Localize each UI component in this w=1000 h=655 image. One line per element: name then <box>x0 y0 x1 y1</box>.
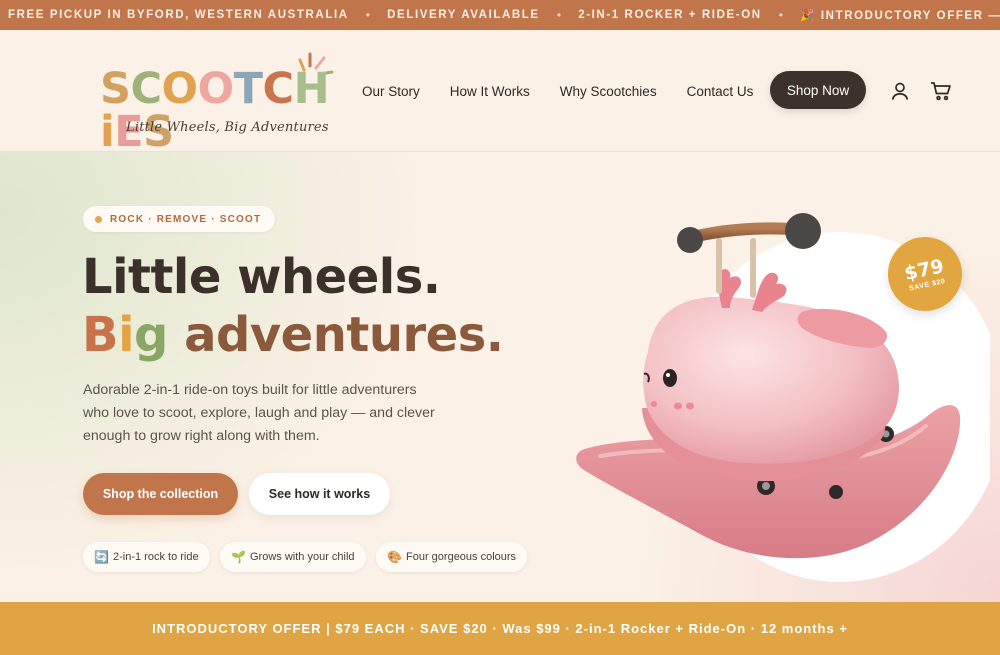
logo-letter: C <box>130 64 162 114</box>
shop-collection-button[interactable]: Shop the collection <box>83 473 238 515</box>
hero-title-line-1: Little wheels. <box>82 249 441 305</box>
main-nav: Our Story How It Works Why Scootchies Co… <box>362 30 783 152</box>
title-letter-i: i <box>118 307 135 363</box>
logo-letter: O <box>197 64 235 114</box>
ticker-separator: • <box>364 8 372 22</box>
brand-tagline: Little Wheels, Big Adventures <box>126 120 329 135</box>
chip-label: Grows with your child <box>250 551 355 563</box>
logo-letter: T <box>233 64 263 114</box>
seedling-icon: 🌱 <box>231 550 246 564</box>
nav-link-how-it-works[interactable]: How It Works <box>450 84 530 99</box>
nav-link-our-story[interactable]: Our Story <box>362 84 420 99</box>
hero-eyebrow-pill: ROCK · REMOVE · SCOOT <box>83 206 276 232</box>
ticker-item: DELIVERY AVAILABLE <box>387 9 540 21</box>
nav-link-contact-us[interactable]: Contact Us <box>687 84 754 99</box>
user-icon[interactable] <box>889 80 911 102</box>
hero-lead-text: Adorable 2-in-1 ride-on toys built for l… <box>83 382 435 444</box>
see-how-it-works-button[interactable]: See how it works <box>249 473 390 515</box>
ticker-item: FREE PICKUP IN BYFORD, WESTERN AUSTRALIA <box>8 9 349 21</box>
ticker-separator: • <box>555 8 563 22</box>
palette-icon: 🎨 <box>387 550 402 564</box>
ticker-separator: • <box>777 8 785 22</box>
feature-chip-colours: 🎨 Four gorgeous colours <box>376 542 528 572</box>
chip-label: Four gorgeous colours <box>406 551 517 563</box>
site-header: SCOOTCHiES Little Wheels, Big Adventures… <box>0 30 1000 154</box>
feature-chip-rock-to-ride: 🔄 2-in-1 rock to ride <box>83 542 210 572</box>
title-rest: adventures. <box>167 307 504 363</box>
feature-chip-grows: 🌱 Grows with your child <box>220 542 366 572</box>
rotate-icon: 🔄 <box>94 550 109 564</box>
hero-section: ROCK · REMOVE · SCOOT Little wheels. Big… <box>0 152 1000 602</box>
hero-eyebrow-text: ROCK · REMOVE · SCOOT <box>110 213 262 225</box>
ticker-item: 🎉 INTRODUCTORY OFFER — $95 EACH <box>800 10 1000 22</box>
title-letter-b: B <box>82 307 119 363</box>
logo-letter: O <box>161 64 199 114</box>
title-letter-g: g <box>134 307 168 363</box>
offer-banner-text: INTRODUCTORY OFFER | $79 EACH · SAVE $20… <box>152 621 848 636</box>
cart-icon[interactable] <box>929 80 953 102</box>
chip-label: 2-in-1 rock to ride <box>113 551 199 563</box>
hero-title-line-2: Big adventures. <box>82 306 504 364</box>
announcement-ticker: FREE PICKUP IN BYFORD, WESTERN AUSTRALIA… <box>0 0 1000 30</box>
nav-link-why-scootchies[interactable]: Why Scootchies <box>560 84 657 99</box>
logo-letter: H <box>293 64 330 114</box>
logo-letter: C <box>262 64 295 114</box>
brand-logo[interactable]: SCOOTCHiES Little Wheels, Big Adventures <box>100 44 340 154</box>
eyebrow-dot <box>95 215 102 223</box>
logo-letter: S <box>100 64 131 114</box>
logo-letter: i <box>100 107 115 157</box>
offer-banner: INTRODUCTORY OFFER | $79 EACH · SAVE $20… <box>0 602 1000 655</box>
brand-wordmark: SCOOTCHiES <box>100 68 340 154</box>
shop-now-button[interactable]: Shop Now <box>770 71 866 109</box>
ticker-item: 2-IN-1 ROCKER + RIDE-ON <box>578 9 762 21</box>
